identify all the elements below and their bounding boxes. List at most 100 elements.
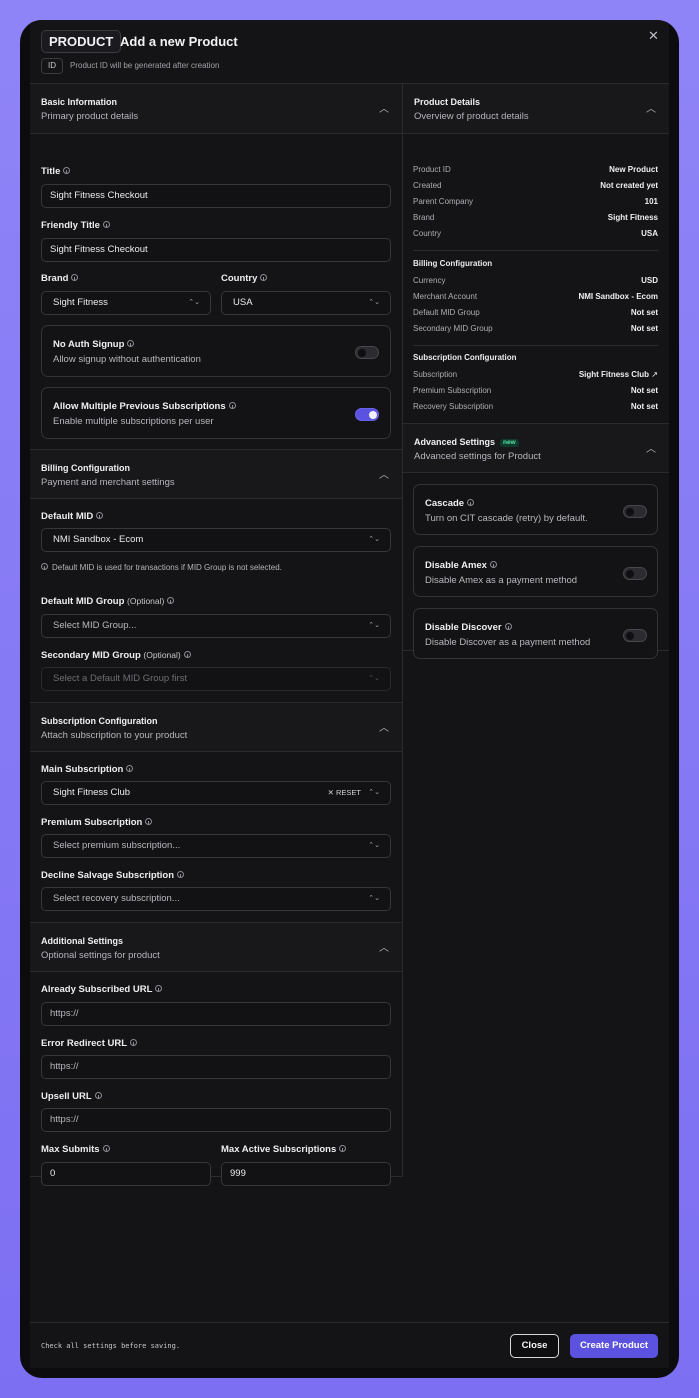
secondary-mid-group-select: Select a Default MID Group first ⌃⌄ <box>41 667 391 691</box>
section-subtitle: Optional settings for product <box>41 950 160 961</box>
info-icon <box>183 651 191 658</box>
create-product-button[interactable]: Create Product <box>570 1334 658 1358</box>
info-icon <box>504 623 512 630</box>
chevron-up-icon[interactable]: ︿ <box>379 939 389 954</box>
brand-label: Brand <box>41 273 79 284</box>
info-icon <box>155 985 163 992</box>
country-select[interactable]: USA ⌃⌄ <box>221 291 391 315</box>
subscription-configuration-heading: Subscription Configuration <box>413 353 517 362</box>
info-icon <box>489 561 497 568</box>
info-icon <box>167 597 175 604</box>
premium-subscription-select[interactable]: Select premium subscription... ⌃⌄ <box>41 834 391 858</box>
section-additional-settings[interactable]: Additional Settings Optional settings fo… <box>30 922 402 972</box>
info-icon <box>94 1092 102 1099</box>
card-title: Cascade <box>425 498 475 509</box>
no-auth-toggle[interactable] <box>355 346 379 359</box>
title-input[interactable]: Sight Fitness Checkout <box>41 184 391 208</box>
secondary-mid-group-label: Secondary MID Group (Optional) <box>41 650 191 661</box>
chevron-up-icon[interactable]: ︿ <box>379 100 389 115</box>
section-subtitle: Primary product details <box>41 111 139 122</box>
card-description: Enable multiple subscriptions per user <box>53 416 214 427</box>
chevron-updown-icon: ⌃⌄ <box>368 622 380 629</box>
mid-group-placeholder: Select MID Group... <box>53 620 137 631</box>
max-submits-input[interactable]: 0 <box>41 1162 211 1186</box>
main-subscription-select[interactable]: Sight Fitness Club ✕ RESET ⌃⌄ <box>41 781 391 805</box>
divider <box>413 345 658 346</box>
disable-discover-toggle[interactable] <box>623 629 647 642</box>
new-badge: new <box>500 439 519 447</box>
default-mid-note: Default MID is used for transactions if … <box>41 563 282 572</box>
info-icon <box>127 340 135 347</box>
title-label: Title <box>41 166 71 177</box>
left-column: Basic Information Primary product detail… <box>30 84 403 1186</box>
info-icon <box>63 167 71 174</box>
detail-row-default-mid-group: Default MID Group Not set <box>413 308 658 317</box>
friendly-title-input[interactable]: Sight Fitness Checkout <box>41 238 391 262</box>
section-product-details[interactable]: Product Details Overview of product deta… <box>403 84 669 134</box>
close-icon[interactable]: ✕ <box>648 28 659 44</box>
section-billing-configuration[interactable]: Billing Configuration Payment and mercha… <box>30 449 402 499</box>
detail-row-parent-company: Parent Company 101 <box>413 197 658 206</box>
chevron-up-icon[interactable]: ︿ <box>646 100 656 115</box>
card-description: Disable Discover as a payment method <box>425 637 591 648</box>
chevron-up-icon[interactable]: ︿ <box>646 440 656 455</box>
section-subtitle: Advanced settings for Product <box>414 451 541 462</box>
info-icon <box>96 512 104 519</box>
default-mid-value: NMI Sandbox - Ecom <box>53 534 144 545</box>
section-basic-information[interactable]: Basic Information Primary product detail… <box>30 84 402 134</box>
upsell-url-input[interactable]: https:// <box>41 1108 391 1132</box>
max-active-subscriptions-input[interactable]: 999 <box>221 1162 391 1186</box>
section-title: Billing Configuration <box>41 463 130 473</box>
disable-discover-card: Disable Discover Disable Discover as a p… <box>413 608 658 659</box>
decline-salvage-select[interactable]: Select recovery subscription... ⌃⌄ <box>41 887 391 911</box>
secondary-mid-group-placeholder: Select a Default MID Group first <box>53 673 188 684</box>
country-label: Country <box>221 273 268 284</box>
card-title: Disable Discover <box>425 622 512 633</box>
section-title: Advanced Settings new <box>414 437 519 447</box>
card-description: Turn on CIT cascade (retry) by default. <box>425 513 588 524</box>
modal-header: PRODUCT Add a new Product ID Product ID … <box>30 20 669 84</box>
brand-select[interactable]: Sight Fitness ⌃⌄ <box>41 291 211 315</box>
multiple-subscriptions-toggle[interactable] <box>355 408 379 421</box>
section-title: Product Details <box>414 97 481 107</box>
info-icon <box>260 274 268 281</box>
subscription-link[interactable]: Sight Fitness Club <box>579 370 649 379</box>
detail-row-recovery-subscription: Recovery Subscription Not set <box>413 402 658 411</box>
already-subscribed-url-input[interactable]: https:// <box>41 1002 391 1026</box>
chevron-updown-icon: ⌃⌄ <box>368 536 380 543</box>
friendly-title-label: Friendly Title <box>41 220 110 231</box>
info-icon <box>102 1145 110 1152</box>
right-column: Product Details Overview of product deta… <box>403 84 669 659</box>
upsell-url-label: Upsell URL <box>41 1091 102 1102</box>
cascade-toggle[interactable] <box>623 505 647 518</box>
external-link-icon[interactable]: ↗ <box>651 370 658 379</box>
chevron-updown-icon: ⌃⌄ <box>368 895 380 902</box>
detail-row-subscription: Subscription Sight Fitness Club ↗ <box>413 370 658 379</box>
disable-amex-toggle[interactable] <box>623 567 647 580</box>
info-icon <box>130 1039 138 1046</box>
section-subtitle: Attach subscription to your product <box>41 730 188 741</box>
reset-button[interactable]: ✕ RESET <box>328 782 361 804</box>
section-title: Basic Information <box>41 97 118 107</box>
chevron-up-icon[interactable]: ︿ <box>379 466 389 481</box>
error-redirect-url-input[interactable]: https:// <box>41 1055 391 1079</box>
country-value: USA <box>233 297 253 308</box>
section-advanced-settings[interactable]: Advanced Settings new Advanced settings f… <box>403 423 669 473</box>
billing-configuration-heading: Billing Configuration <box>413 259 493 268</box>
modal-footer: Check all settings before saving. Close … <box>30 1322 669 1368</box>
info-icon <box>41 563 48 570</box>
close-button[interactable]: Close <box>510 1334 559 1358</box>
mid-group-select[interactable]: Select MID Group... ⌃⌄ <box>41 614 391 638</box>
default-mid-select[interactable]: NMI Sandbox - Ecom ⌃⌄ <box>41 528 391 552</box>
footer-note: Check all settings before saving. <box>41 1342 181 1350</box>
section-subscription-configuration[interactable]: Subscription Configuration Attach subscr… <box>30 702 402 752</box>
modal-title: Add a new Product <box>120 34 238 49</box>
product-tag: PRODUCT <box>41 30 122 53</box>
info-icon <box>177 871 185 878</box>
brand-value: Sight Fitness <box>53 297 108 308</box>
detail-row-country: Country USA <box>413 229 658 238</box>
chevron-updown-icon: ⌃⌄ <box>188 299 200 306</box>
chevron-up-icon[interactable]: ︿ <box>379 719 389 734</box>
detail-row-merchant-account: Merchant Account NMI Sandbox - Ecom <box>413 292 658 301</box>
card-title: Disable Amex <box>425 560 497 571</box>
